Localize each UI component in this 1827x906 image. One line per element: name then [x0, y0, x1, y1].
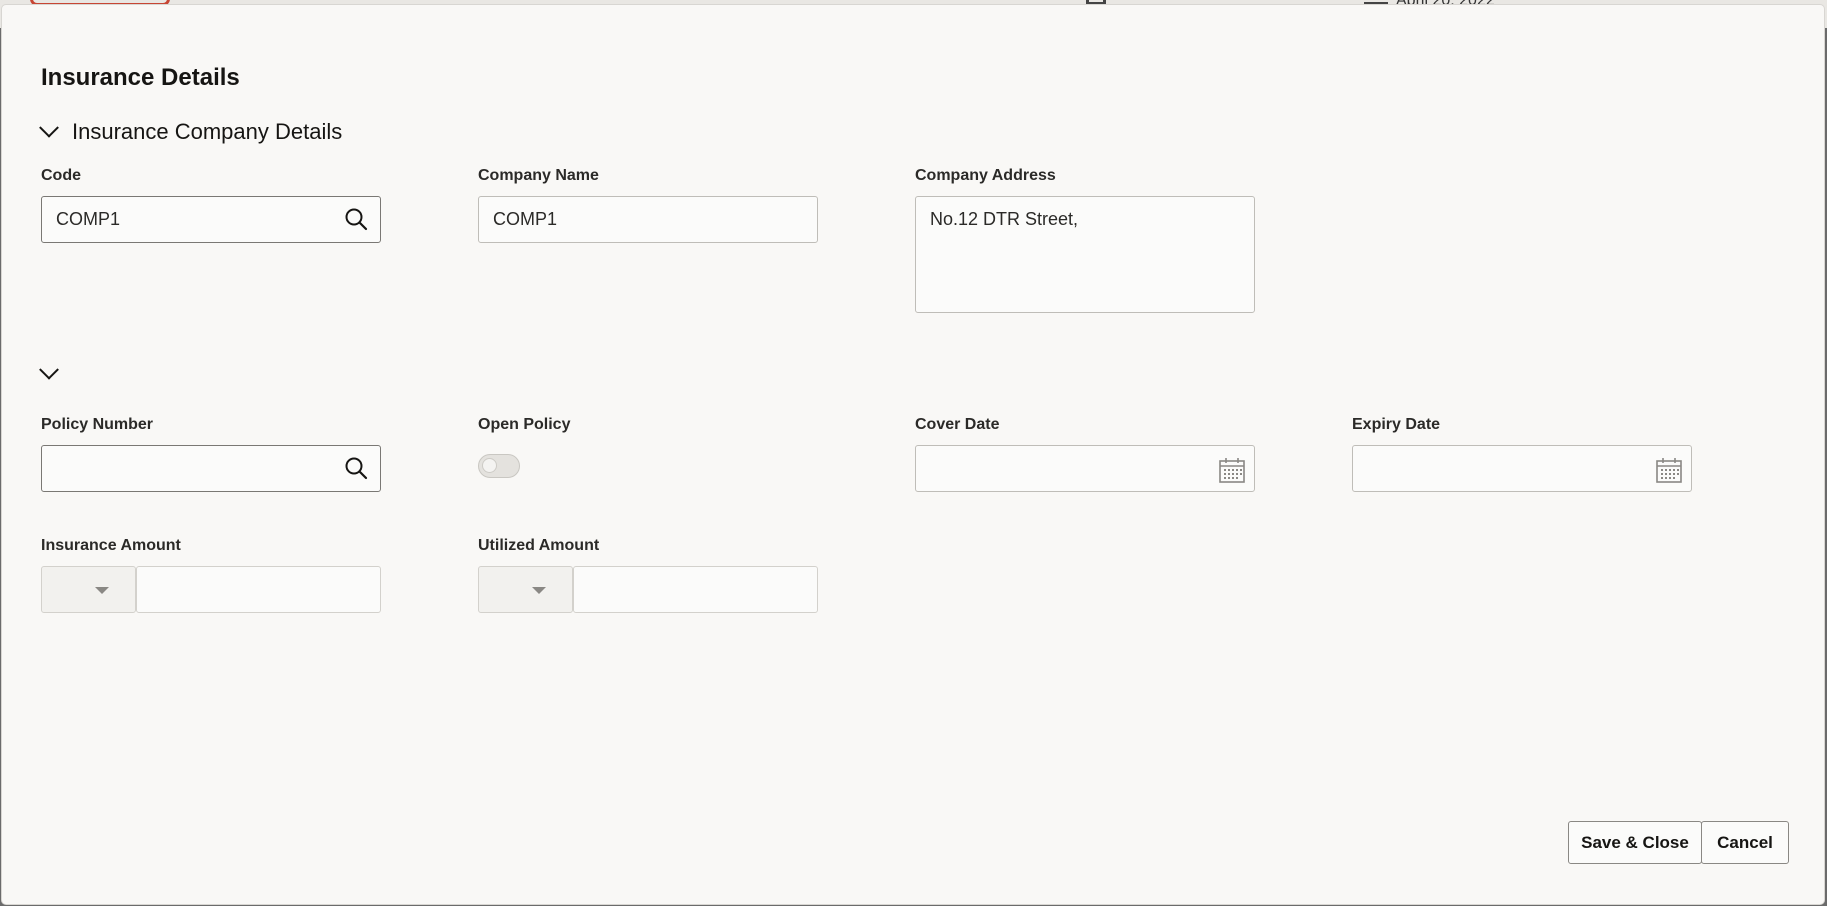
company-name-value: COMP1	[493, 209, 558, 229]
caret-down-icon	[532, 587, 546, 594]
cover-date-field[interactable]	[915, 445, 1255, 492]
toggle-knob	[482, 458, 497, 473]
policy-number-label: Policy Number	[41, 416, 154, 433]
calendar-icon[interactable]	[1655, 456, 1683, 484]
company-address-label: Company Address	[915, 167, 1056, 184]
utilized-amount-label: Utilized Amount	[478, 537, 600, 554]
expiry-date-label: Expiry Date	[1352, 416, 1441, 433]
utilized-currency-select[interactable]	[478, 566, 573, 613]
chevron-down-icon[interactable]	[39, 359, 59, 380]
cover-date-label: Cover Date	[915, 416, 1000, 433]
insurance-currency-select[interactable]	[41, 566, 136, 613]
caret-down-icon	[95, 587, 109, 594]
background-calendar-icon-2	[1364, 0, 1388, 4]
code-field[interactable]: COMP1	[41, 196, 381, 243]
open-policy-label: Open Policy	[478, 416, 571, 433]
section-insurance-company-details[interactable]: Insurance Company Details	[36, 117, 343, 145]
chevron-down-icon[interactable]	[39, 117, 59, 138]
open-policy-toggle[interactable]	[478, 454, 520, 478]
section-policy-details[interactable]	[36, 359, 72, 381]
background-calendar-icon	[1086, 0, 1106, 4]
dialog-title: Insurance Details	[41, 64, 240, 91]
insurance-details-dialog: Insurance Details Insurance Company Deta…	[2, 5, 1824, 904]
search-icon[interactable]	[344, 207, 368, 231]
utilized-amount-input[interactable]	[573, 566, 818, 613]
policy-number-field[interactable]	[41, 445, 381, 492]
company-name-field[interactable]: COMP1	[478, 196, 818, 243]
company-address-value: No.12 DTR Street,	[930, 209, 1079, 229]
company-address-field[interactable]: No.12 DTR Street,	[915, 196, 1255, 313]
save-close-button[interactable]: Save & Close	[1568, 821, 1702, 864]
calendar-icon[interactable]	[1218, 456, 1246, 484]
company-name-label: Company Name	[478, 167, 599, 184]
search-icon[interactable]	[344, 456, 368, 480]
code-label: Code	[41, 167, 81, 184]
insurance-amount-label: Insurance Amount	[41, 537, 181, 554]
expiry-date-field[interactable]	[1352, 445, 1692, 492]
insurance-amount-input[interactable]	[136, 566, 381, 613]
section-title: Insurance Company Details	[72, 119, 343, 144]
cancel-button[interactable]: Cancel	[1701, 821, 1789, 864]
code-value: COMP1	[56, 209, 121, 229]
